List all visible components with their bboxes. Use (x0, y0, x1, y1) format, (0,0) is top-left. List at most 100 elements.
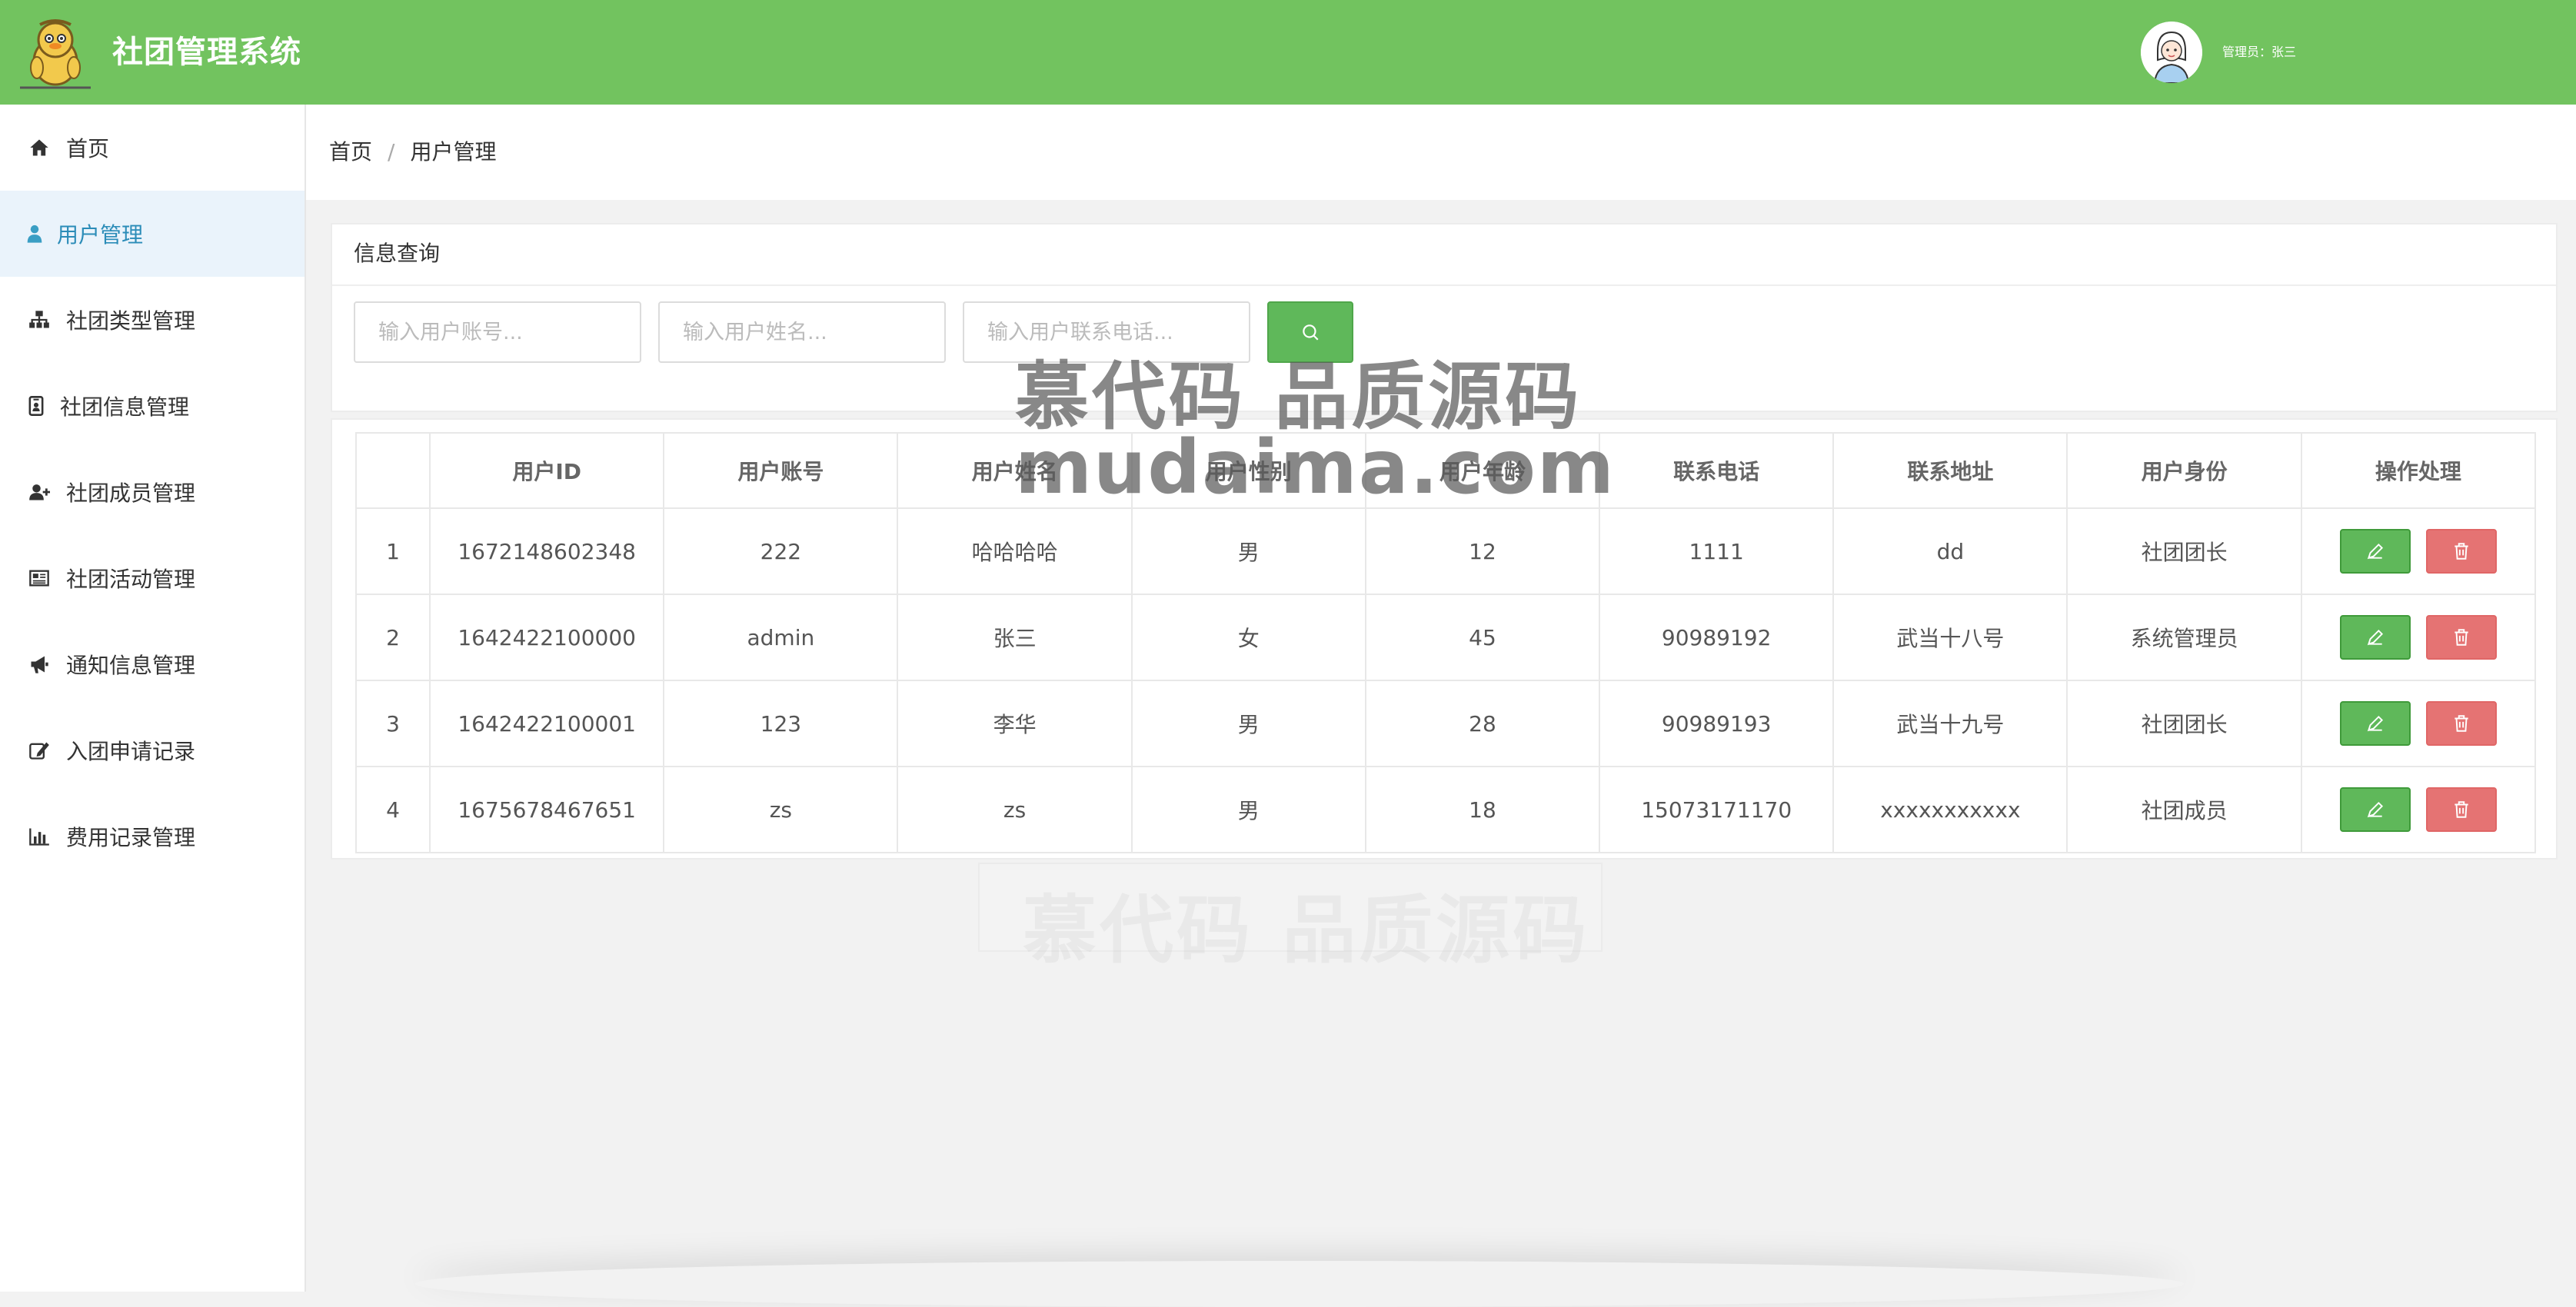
sidebar-item-label: 用户管理 (57, 222, 144, 248)
table-row: 1 1672148602348 222 哈哈哈哈 男 12 1111 dd 社团… (354, 507, 2537, 595)
column-header-phone: 联系电话 (1599, 432, 1835, 509)
column-header-index (354, 432, 431, 509)
delete-button[interactable] (2425, 787, 2497, 832)
admin-name-label[interactable]: 管理员：张三 (2222, 0, 2296, 105)
avatar-icon (2141, 22, 2202, 83)
breadcrumb-bar: 首页 / 用户管理 (306, 105, 2576, 200)
cell-phone: 1111 (1599, 507, 1835, 595)
account-search-input[interactable] (354, 301, 641, 363)
breadcrumb-home-link[interactable]: 首页 (329, 139, 372, 165)
cell-gender: 女 (1130, 594, 1366, 681)
cell-gender: 男 (1130, 507, 1366, 595)
cell-account: 123 (663, 680, 899, 767)
cell-role: 社团团长 (2066, 680, 2302, 767)
breadcrumb-current: 用户管理 (410, 139, 497, 165)
cell-index: 2 (354, 594, 431, 681)
cell-name: 李华 (897, 680, 1133, 767)
cell-address: xxxxxxxxxxx (1832, 766, 2068, 853)
sidebar-item-home[interactable]: 首页 (0, 105, 305, 191)
cell-actions (2300, 507, 2537, 595)
cell-name: 张三 (897, 594, 1133, 681)
cell-index: 3 (354, 680, 431, 767)
sidebar-item-club-type[interactable]: 社团类型管理 (0, 277, 305, 363)
trash-icon (2455, 715, 2468, 732)
id-badge-icon (25, 394, 48, 417)
cell-name: zs (897, 766, 1133, 853)
cell-role: 社团成员 (2066, 766, 2302, 853)
edit-icon (28, 739, 51, 762)
column-header-address: 联系地址 (1832, 432, 2068, 509)
sidebar-item-fee-records[interactable]: 费用记录管理 (0, 793, 305, 880)
bullhorn-icon (28, 653, 51, 676)
table-row: 2 1642422100000 admin 张三 女 45 90989192 武… (354, 594, 2537, 681)
cell-actions (2300, 594, 2537, 681)
cell-age: 18 (1364, 766, 1601, 853)
breadcrumb-separator: / (388, 139, 395, 165)
sidebar-item-label: 入团申请记录 (66, 739, 196, 764)
logo-mascot-icon (17, 14, 94, 91)
sidebar-item-user-management[interactable]: 用户管理 (0, 191, 305, 277)
sidebar-item-club-members[interactable]: 社团成员管理 (0, 449, 305, 535)
newspaper-icon (28, 567, 51, 590)
cell-address: dd (1832, 507, 2068, 595)
sidebar-item-join-applications[interactable]: 入团申请记录 (0, 707, 305, 793)
sitemap-icon (28, 308, 51, 331)
cell-user-id: 1642422100000 (429, 594, 665, 681)
home-icon (28, 136, 51, 159)
trash-icon (2455, 801, 2468, 818)
cell-phone: 90989192 (1599, 594, 1835, 681)
sidebar-item-label: 社团成员管理 (66, 481, 196, 506)
edit-button[interactable] (2339, 529, 2411, 574)
search-panel-title: 信息查询 (354, 241, 441, 266)
cell-gender: 男 (1130, 766, 1366, 853)
cell-account: zs (663, 766, 899, 853)
edit-button[interactable] (2339, 701, 2411, 746)
pencil-icon (2367, 801, 2383, 818)
watermark-ghost-text: 慕代码 品质源码 (1023, 887, 1590, 973)
delete-button[interactable] (2425, 529, 2497, 574)
watermark-url: mudaima.com (1015, 424, 1616, 510)
bar-chart-icon (28, 825, 51, 848)
cell-user-id: 1675678467651 (429, 766, 665, 853)
column-header-role: 用户身份 (2066, 432, 2302, 509)
name-search-input[interactable] (658, 301, 946, 363)
table-row: 3 1642422100001 123 李华 男 28 90989193 武当十… (354, 680, 2537, 767)
cell-phone: 15073171170 (1599, 766, 1835, 853)
cell-phone: 90989193 (1599, 680, 1835, 767)
sidebar-item-label: 社团信息管理 (60, 394, 190, 420)
cell-age: 45 (1364, 594, 1601, 681)
edit-button[interactable] (2339, 615, 2411, 660)
sidebar-item-label: 社团类型管理 (66, 308, 196, 334)
sidebar-item-label: 社团活动管理 (66, 567, 196, 592)
cell-address: 武当十九号 (1832, 680, 2068, 767)
user-icon (23, 222, 46, 245)
cell-actions (2300, 680, 2537, 767)
delete-button[interactable] (2425, 701, 2497, 746)
sidebar: 首页 用户管理 社团类型管理 社团信息管理 社团成员管理 社团活动管理 通知信息… (0, 105, 306, 1292)
cell-user-id: 1672148602348 (429, 507, 665, 595)
cell-address: 武当十八号 (1832, 594, 2068, 681)
bottom-shadow (415, 1261, 2184, 1307)
user-plus-icon (28, 481, 51, 504)
trash-icon (2455, 629, 2468, 646)
cell-gender: 男 (1130, 680, 1366, 767)
breadcrumb: 首页 / 用户管理 (329, 105, 496, 200)
sidebar-item-notifications[interactable]: 通知信息管理 (0, 621, 305, 707)
pencil-icon (2367, 629, 2383, 646)
cell-account: admin (663, 594, 899, 681)
sidebar-item-club-info[interactable]: 社团信息管理 (0, 363, 305, 449)
column-header-actions: 操作处理 (2300, 432, 2537, 509)
edit-button[interactable] (2339, 787, 2411, 832)
app-title: 社团管理系统 (112, 35, 301, 70)
cell-role: 社团团长 (2066, 507, 2302, 595)
sidebar-item-label: 通知信息管理 (66, 653, 196, 678)
column-header-account: 用户账号 (663, 432, 899, 509)
admin-avatar[interactable] (2141, 22, 2202, 83)
cell-age: 12 (1364, 507, 1601, 595)
sidebar-item-club-activities[interactable]: 社团活动管理 (0, 535, 305, 621)
trash-icon (2455, 543, 2468, 560)
cell-actions (2300, 766, 2537, 853)
table-row: 4 1675678467651 zs zs 男 18 15073171170 x… (354, 766, 2537, 853)
delete-button[interactable] (2425, 615, 2497, 660)
panel-divider (332, 284, 2556, 286)
